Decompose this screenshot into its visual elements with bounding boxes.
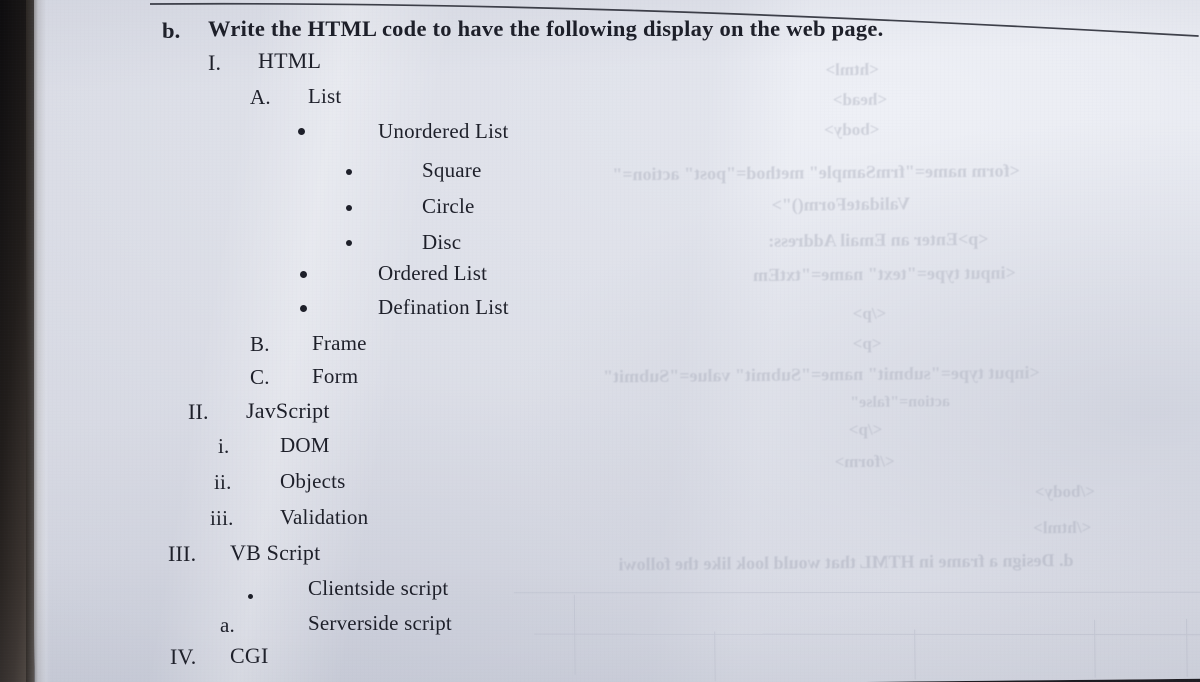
outline-label: Unordered List	[378, 119, 509, 143]
outline-label: Circle	[422, 194, 475, 218]
bleed-rule	[1186, 618, 1188, 677]
outline-marker: i.	[218, 434, 230, 458]
outline-label: Frame	[312, 331, 367, 355]
outline-label: Validation	[280, 505, 369, 529]
outline-marker: III.	[168, 541, 197, 566]
outline-label: List	[308, 84, 342, 108]
outline-marker: C.	[250, 365, 270, 389]
question-text: Write the HTML code to have the followin…	[208, 16, 884, 41]
outline-marker: iii.	[210, 506, 234, 530]
outline-label: HTML	[258, 48, 322, 73]
outline-marker: A.	[250, 85, 271, 109]
outline-label: Defination List	[378, 295, 509, 319]
question-label: b.	[162, 18, 181, 43]
bullet-marker	[298, 128, 305, 135]
outline-marker: a.	[220, 613, 235, 637]
outline-label: Objects	[280, 469, 346, 493]
outline-label: Form	[312, 364, 359, 388]
desk-edge-blur	[26, 0, 46, 682]
photographed-document: <html> <head> <body> <form name="frmSamp…	[0, 0, 1200, 682]
outline-label: Ordered List	[378, 261, 488, 285]
bullet-marker	[300, 305, 307, 312]
outline-marker: B.	[250, 332, 270, 356]
question-content: b. Write the HTML code to have the follo…	[150, 0, 1150, 682]
outline-marker: II.	[188, 399, 209, 424]
outline-label: JavScript	[246, 398, 330, 423]
outline-label: Disc	[422, 230, 462, 254]
outline-label: CGI	[230, 643, 269, 668]
bullet-marker	[346, 205, 352, 211]
bullet-marker	[346, 240, 352, 246]
outline-label: DOM	[280, 433, 330, 457]
outline-label: Square	[422, 158, 482, 182]
outline-label: VB Script	[230, 540, 321, 565]
outline-label: Clientside script	[308, 576, 449, 600]
bullet-marker	[300, 271, 307, 278]
outline-marker: I.	[208, 50, 222, 75]
outline-marker: ii.	[214, 470, 232, 494]
bullet-marker	[346, 169, 352, 175]
period-marker	[248, 594, 253, 599]
outline-label: Serverside script	[308, 611, 452, 635]
outline-marker: IV.	[170, 644, 197, 669]
